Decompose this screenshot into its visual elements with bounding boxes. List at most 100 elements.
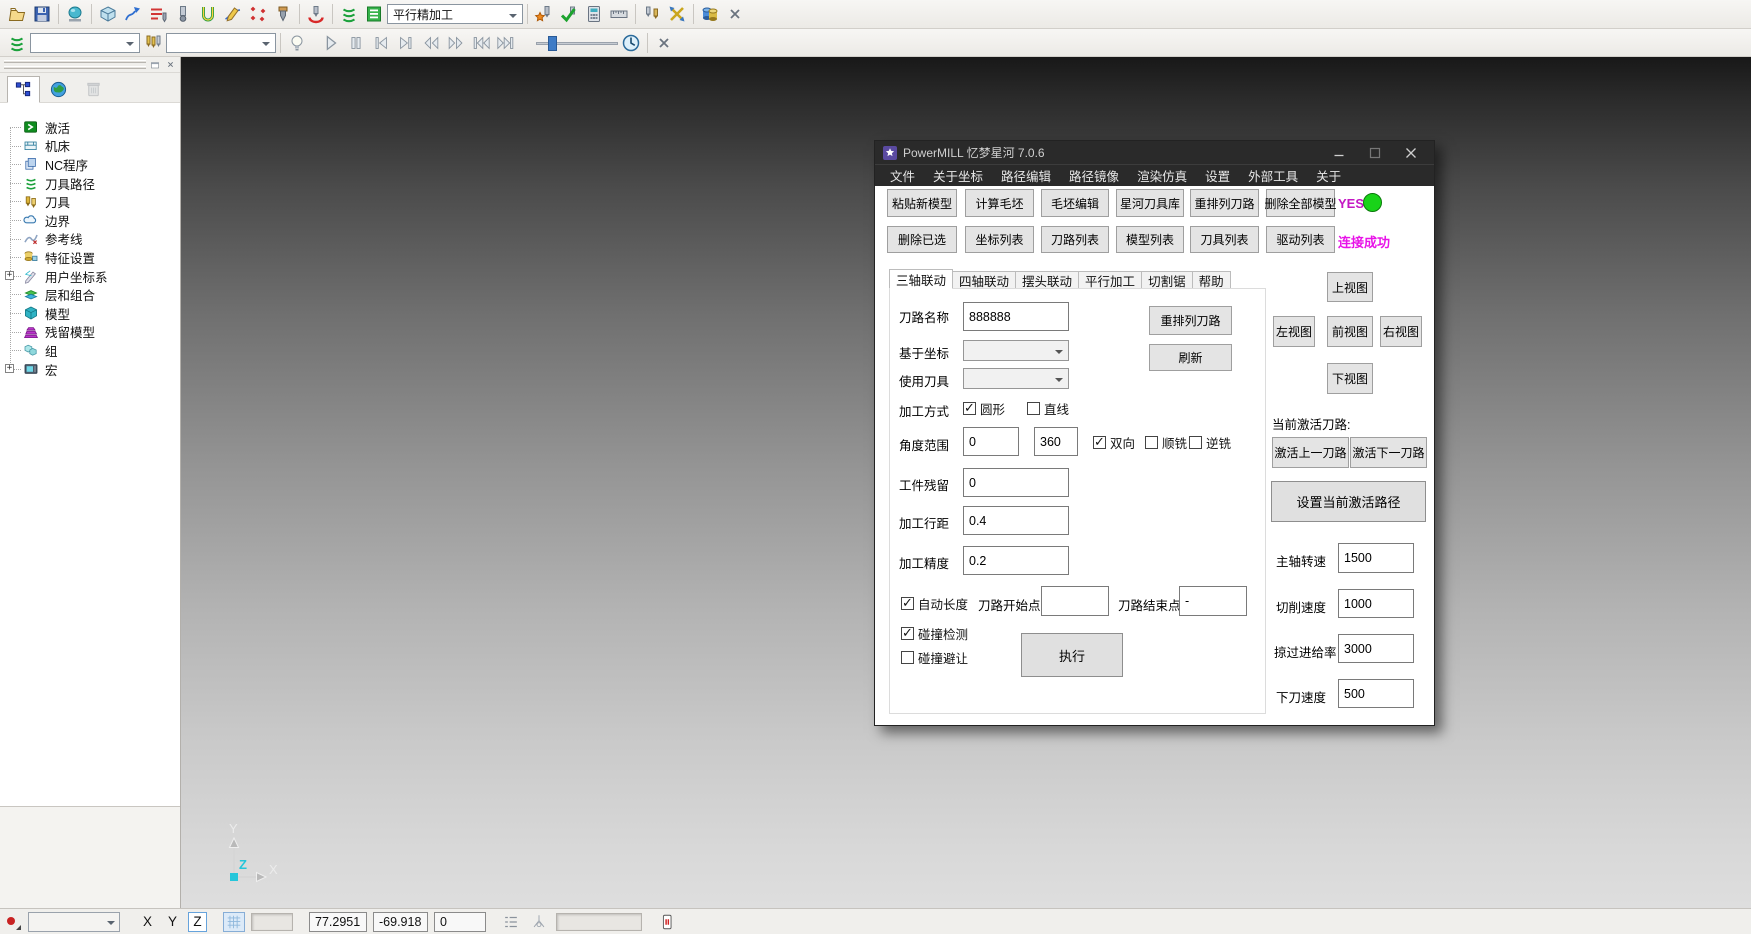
- angle-from-input[interactable]: [963, 427, 1019, 456]
- grid-icon[interactable]: [223, 912, 245, 932]
- menu-path-edit[interactable]: 路径编辑: [992, 164, 1060, 187]
- stock-edit-button[interactable]: 毛坯编辑: [1041, 189, 1109, 217]
- tab-4axis[interactable]: 四轴联动: [953, 271, 1016, 289]
- close-toolbar-icon[interactable]: [723, 2, 747, 26]
- tree-item-tools[interactable]: 刀具: [0, 192, 180, 211]
- xyz-list-icon[interactable]: [500, 912, 522, 932]
- use-tool-select[interactable]: [963, 368, 1069, 389]
- simulate-icon[interactable]: [304, 2, 328, 26]
- block-cube-icon[interactable]: [96, 2, 120, 26]
- angle-to-input[interactable]: [1034, 427, 1078, 456]
- stepover-input[interactable]: [963, 506, 1069, 535]
- curve-pencil-icon[interactable]: [221, 2, 245, 26]
- view-front-button[interactable]: 前视图: [1327, 316, 1373, 347]
- tool-library-button[interactable]: 星河刀具库: [1116, 189, 1184, 217]
- close-toolbar-icon[interactable]: [652, 31, 676, 55]
- toolpath-arrow-icon[interactable]: [121, 2, 145, 26]
- ball-tool-icon[interactable]: [171, 2, 195, 26]
- strategy-list-icon[interactable]: [362, 2, 386, 26]
- auto-length-checkbox[interactable]: 自动长度: [901, 594, 968, 613]
- stock-allowance-input[interactable]: [963, 468, 1069, 497]
- menu-external-tools[interactable]: 外部工具: [1239, 164, 1307, 187]
- refresh-button[interactable]: 刷新: [1149, 344, 1232, 371]
- execute-button[interactable]: 执行: [1021, 633, 1123, 677]
- drive-list-button[interactable]: 驱动列表: [1266, 226, 1335, 253]
- model-list-button[interactable]: 模型列表: [1116, 226, 1184, 253]
- cutting-feed-input[interactable]: [1338, 589, 1414, 618]
- tree-item-stock-models[interactable]: 残留模型: [0, 323, 180, 342]
- skim-feed-input[interactable]: [1338, 634, 1414, 663]
- axis-z-toggle[interactable]: Z: [188, 912, 207, 932]
- tree-item-models[interactable]: 模型: [0, 304, 180, 323]
- activate-next-toolpath-button[interactable]: 激活下一刀路: [1350, 437, 1427, 468]
- tab-explorer-tree[interactable]: [7, 76, 40, 103]
- conventional-mill-checkbox[interactable]: 逆铣: [1189, 433, 1231, 452]
- search-forward-icon[interactable]: [444, 31, 468, 55]
- slider-handle[interactable]: [548, 36, 557, 51]
- delete-selected-button[interactable]: 删除已选: [887, 226, 957, 253]
- pause-icon[interactable]: [344, 31, 368, 55]
- toolpath-spring-icon[interactable]: [5, 31, 29, 55]
- collision-avoid-checkbox[interactable]: 碰撞避让: [901, 648, 968, 667]
- menu-render-sim[interactable]: 渲染仿真: [1128, 164, 1196, 187]
- clock-icon[interactable]: [619, 31, 643, 55]
- calculator-icon[interactable]: [582, 2, 606, 26]
- tab-3axis[interactable]: 三轴联动: [889, 269, 953, 289]
- tab-saw[interactable]: 切割锯: [1142, 271, 1193, 289]
- tab-swivel-head[interactable]: 摆头联动: [1016, 271, 1079, 289]
- axis-y-toggle[interactable]: Y: [163, 912, 182, 932]
- tree-item-machine[interactable]: 机床: [0, 137, 180, 156]
- menu-settings[interactable]: 设置: [1196, 164, 1239, 187]
- view-top-button[interactable]: 上视图: [1327, 272, 1373, 302]
- tree-item-levels[interactable]: 层和组合: [0, 285, 180, 304]
- coord-list-button[interactable]: 坐标列表: [965, 226, 1034, 253]
- tab-world-view[interactable]: [42, 76, 75, 103]
- cross-arrows-icon[interactable]: [665, 2, 689, 26]
- tree-item-macros[interactable]: 宏: [0, 360, 180, 379]
- tool-combo[interactable]: [166, 33, 276, 53]
- tolerance-input[interactable]: [963, 546, 1069, 575]
- calc-stock-button[interactable]: 计算毛坯: [965, 189, 1034, 217]
- gauge-ruler-icon[interactable]: [607, 2, 631, 26]
- tool-list-button[interactable]: 刀具列表: [1190, 226, 1259, 253]
- play-icon[interactable]: [319, 31, 343, 55]
- menu-about-coords[interactable]: 关于坐标: [924, 164, 992, 187]
- phone-pause-icon[interactable]: [656, 912, 678, 932]
- verify-check-icon[interactable]: [557, 2, 581, 26]
- tab-help[interactable]: 帮助: [1193, 271, 1231, 289]
- statusbar-combo[interactable]: [28, 912, 120, 932]
- collision-check-checkbox[interactable]: 碰撞检测: [901, 624, 968, 643]
- circle-checkbox[interactable]: 圆形: [963, 399, 1005, 418]
- tree-item-nc-program[interactable]: NC程序: [0, 155, 180, 174]
- open-folder-icon[interactable]: [5, 2, 29, 26]
- step-back-icon[interactable]: [369, 31, 393, 55]
- activate-prev-toolpath-button[interactable]: 激活上一刀路: [1272, 437, 1349, 468]
- tree-item-workplanes[interactable]: 用户坐标系: [0, 267, 180, 286]
- view-right-button[interactable]: 右视图: [1380, 316, 1422, 347]
- points-icon[interactable]: [246, 2, 270, 26]
- collision-check-icon[interactable]: [532, 2, 556, 26]
- toolpath-name-input[interactable]: [963, 302, 1069, 331]
- tree-item-toolpaths[interactable]: 刀具路径: [0, 174, 180, 193]
- print-sphere-icon[interactable]: [63, 2, 87, 26]
- line-checkbox[interactable]: 直线: [1027, 399, 1069, 418]
- go-start-icon[interactable]: [469, 31, 493, 55]
- minimize-button[interactable]: [1324, 142, 1354, 164]
- tab-recycle-bin[interactable]: [77, 76, 110, 103]
- expand-plus-icon[interactable]: [5, 364, 14, 373]
- tree-item-patterns[interactable]: 参考线: [0, 230, 180, 249]
- tree-item-feature-sets[interactable]: 特征设置: [0, 248, 180, 267]
- close-panel-icon[interactable]: [163, 58, 177, 71]
- climb-mill-checkbox[interactable]: 顺铣: [1145, 433, 1187, 452]
- collet-icon[interactable]: [196, 2, 220, 26]
- toolpath-spring-icon[interactable]: [337, 2, 361, 26]
- expand-plus-icon[interactable]: [5, 271, 14, 280]
- simulation-speed-slider[interactable]: [536, 34, 618, 52]
- dialog-titlebar[interactable]: PowerMILL 忆梦星河 7.0.6: [875, 141, 1434, 164]
- delete-all-models-button[interactable]: 删除全部模型: [1266, 189, 1335, 217]
- tab-parallel[interactable]: 平行加工: [1079, 271, 1142, 289]
- tree-item-groups[interactable]: 组: [0, 341, 180, 360]
- tool-pair-icon[interactable]: [640, 2, 664, 26]
- explorer-gripper[interactable]: [0, 57, 180, 73]
- probe-locate-icon[interactable]: [528, 912, 550, 932]
